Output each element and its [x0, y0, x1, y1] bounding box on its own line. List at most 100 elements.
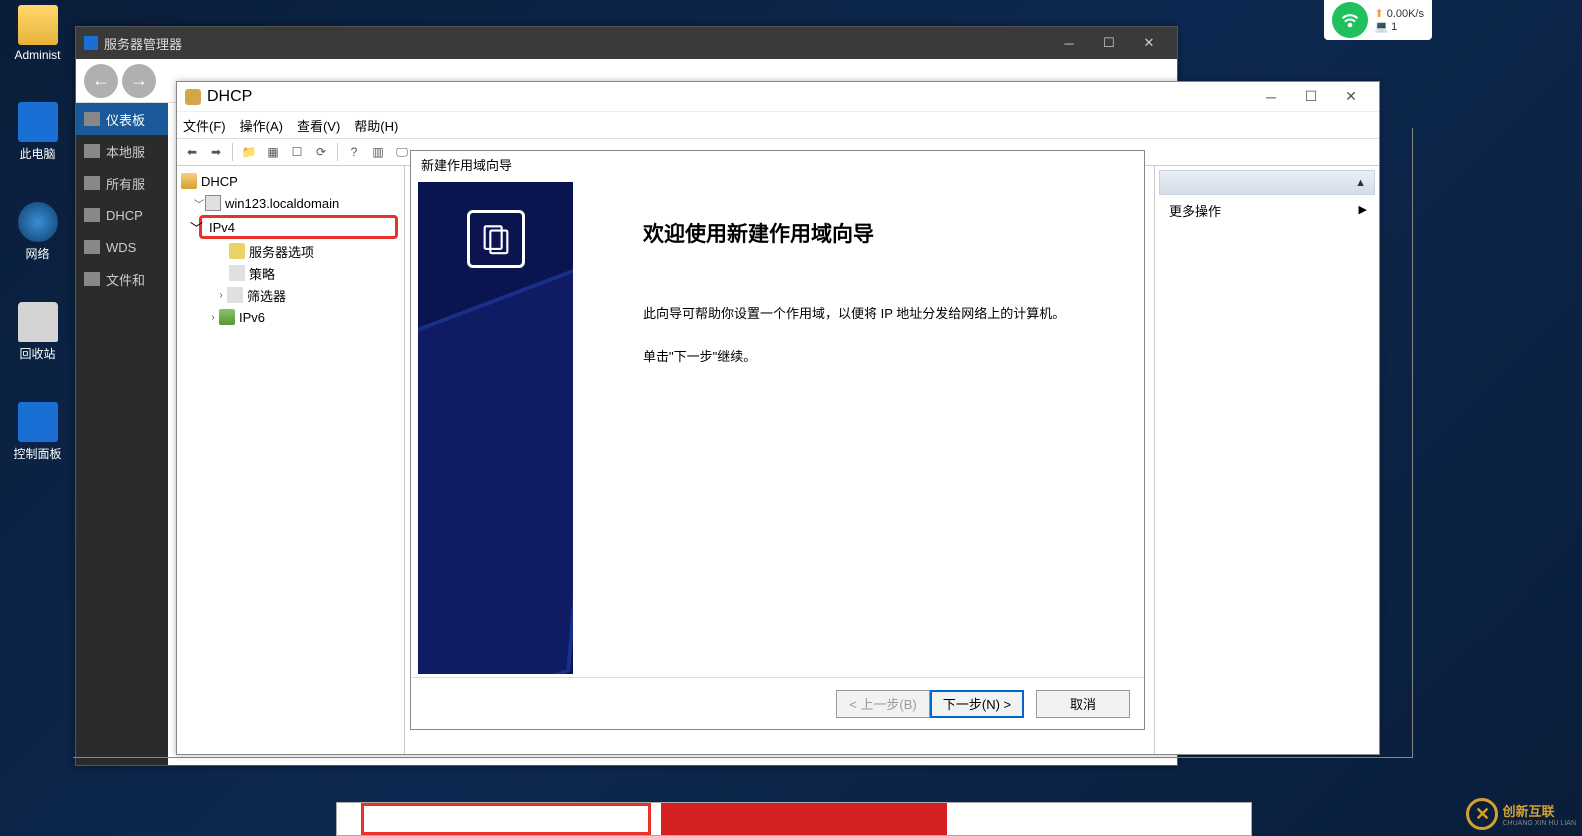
dhcp-titlebar[interactable]: DHCP ─ ☐ ✕ — [177, 82, 1379, 112]
back-button[interactable]: < 上一步(B) — [836, 690, 930, 718]
filter-icon — [227, 287, 243, 303]
toolbar-export-icon[interactable]: ☐ — [286, 141, 308, 163]
sidebar-item-dhcp[interactable]: DHCP — [76, 199, 168, 231]
net-stats: ⬆0.00K/s 💻1 — [1374, 7, 1424, 33]
desktop-icon-network[interactable]: 网络 — [10, 202, 65, 262]
sidebar-item-label: DHCP — [106, 208, 143, 223]
wizard-content: 欢迎使用新建作用域向导 此向导可帮助你设置一个作用域，以便将 IP 地址分发给网… — [573, 182, 1137, 674]
servers-icon — [84, 176, 100, 190]
minimize-button[interactable]: ─ — [1049, 29, 1089, 57]
toolbar-forward-icon[interactable]: ➡ — [205, 141, 227, 163]
server-manager-sidebar: 仪表板 本地服 所有服 DHCP WDS 文件和 — [76, 103, 168, 765]
ipv6-icon — [219, 309, 235, 325]
desktop-icon-folder[interactable]: Administ — [10, 5, 65, 62]
cancel-button[interactable]: 取消 — [1036, 690, 1130, 718]
dhcp-actions-pane: h▲ 更多操作 ▶ — [1155, 166, 1379, 754]
wizard-footer: < 上一步(B) 下一步(N) > 取消 — [411, 677, 1144, 729]
dashboard-icon — [84, 112, 100, 126]
sidebar-item-local[interactable]: 本地服 — [76, 135, 168, 167]
control-panel-icon — [18, 402, 58, 442]
tree-filters[interactable]: › 筛选器 — [179, 284, 402, 306]
sidebar-item-label: 所有服 — [106, 174, 145, 193]
actions-header[interactable]: h▲ — [1159, 170, 1375, 195]
menu-action[interactable]: 操作(A) — [240, 116, 283, 135]
wds-icon — [84, 240, 100, 254]
minimize-button[interactable]: ─ — [1251, 84, 1291, 110]
watermark-logo: ✕ 创新互联 CHUANG XIN HU LIAN — [1466, 798, 1576, 830]
new-scope-wizard: 新建作用域向导 欢迎使用新建作用域向导 此向导可帮助你设置一个作用域，以便将 I… — [410, 150, 1145, 730]
tree-server[interactable]: ﹀ win123.localdomain — [179, 192, 402, 214]
menu-help[interactable]: 帮助(H) — [354, 116, 398, 135]
collapse-icon[interactable]: ﹀ — [190, 218, 203, 237]
pc-icon — [18, 102, 58, 142]
sidebar-item-wds[interactable]: WDS — [76, 231, 168, 263]
dhcp-app-icon — [185, 89, 201, 105]
close-button[interactable]: ✕ — [1129, 29, 1169, 57]
wizard-title: 新建作用域向导 — [411, 151, 1144, 177]
action-label: 更多操作 — [1169, 204, 1221, 219]
network-widget[interactable]: ⬆0.00K/s 💻1 — [1324, 0, 1432, 40]
wizard-instruction: 单击"下一步"继续。 — [643, 347, 1109, 368]
wizard-banner — [418, 182, 573, 674]
toolbar-properties-icon[interactable]: ▦ — [262, 141, 284, 163]
close-button[interactable]: ✕ — [1331, 84, 1371, 110]
sidebar-item-files[interactable]: 文件和 — [76, 263, 168, 295]
brand-text: 创新互联 — [1502, 804, 1554, 819]
sidebar-item-label: 仪表板 — [106, 110, 145, 129]
server-icon — [205, 195, 221, 211]
collapse-icon[interactable]: ﹀ — [193, 196, 205, 211]
tree-policies[interactable]: 策略 — [179, 262, 402, 284]
toolbar-up-icon[interactable]: 📁 — [238, 141, 260, 163]
server-manager-icon — [84, 36, 98, 50]
dhcp-menubar: 文件(F) 操作(A) 查看(V) 帮助(H) — [177, 112, 1379, 138]
trash-icon — [18, 302, 58, 342]
desktop-icon-control[interactable]: 控制面板 — [10, 402, 65, 462]
maximize-button[interactable]: ☐ — [1291, 84, 1331, 110]
folder-icon — [18, 5, 58, 45]
toolbar-help-icon[interactable]: ? — [343, 141, 365, 163]
toolbar-refresh-icon[interactable]: ⟳ — [310, 141, 332, 163]
forward-button[interactable]: → — [122, 64, 156, 98]
desktop-icon-trash[interactable]: 回收站 — [10, 302, 65, 362]
logo-ring-icon: ✕ — [1466, 798, 1498, 830]
wizard-logo-icon — [467, 210, 525, 268]
sidebar-item-dashboard[interactable]: 仪表板 — [76, 103, 168, 135]
desktop-icons: Administ 此电脑 网络 回收站 控制面板 — [10, 5, 65, 462]
back-button[interactable]: ← — [84, 64, 118, 98]
tree-label: 策略 — [249, 264, 275, 283]
tree-root-dhcp[interactable]: DHCP — [179, 170, 402, 192]
tree-label: 筛选器 — [247, 286, 286, 305]
action-more[interactable]: 更多操作 ▶ — [1159, 195, 1375, 226]
expand-icon[interactable]: › — [215, 290, 227, 301]
dhcp-icon — [84, 208, 100, 222]
window-title: DHCP — [207, 88, 252, 106]
wizard-description: 此向导可帮助你设置一个作用域，以便将 IP 地址分发给网络上的计算机。 — [643, 304, 1109, 325]
maximize-button[interactable]: ☐ — [1089, 29, 1129, 57]
toolbar-view-icon[interactable]: ▥ — [367, 141, 389, 163]
menu-view[interactable]: 查看(V) — [297, 116, 340, 135]
tree-ipv4-highlighted[interactable]: ﹀IPv4 — [199, 215, 398, 239]
next-button[interactable]: 下一步(N) > — [930, 690, 1024, 718]
server-manager-titlebar[interactable]: 服务器管理器 ─ ☐ ✕ — [76, 27, 1177, 59]
toolbar-back-icon[interactable]: ⬅ — [181, 141, 203, 163]
policy-icon — [229, 265, 245, 281]
sidebar-item-all[interactable]: 所有服 — [76, 167, 168, 199]
brand-subtext: CHUANG XIN HU LIAN — [1502, 820, 1576, 827]
expand-icon[interactable]: › — [207, 312, 219, 323]
desktop-icon-pc[interactable]: 此电脑 — [10, 102, 65, 162]
submenu-icon: ▶ — [1359, 203, 1367, 216]
tree-label: DHCP — [201, 174, 238, 189]
wizard-heading: 欢迎使用新建作用域向导 — [643, 218, 1109, 248]
dhcp-tree[interactable]: DHCP ﹀win123.localdomain ﹀IPv4 服务器选项 策略 … — [177, 166, 405, 754]
tree-label: IPv6 — [239, 310, 265, 325]
desktop-icon-label: Administ — [14, 48, 60, 62]
desktop-icon-label: 控制面板 — [13, 445, 61, 462]
tree-label: win123.localdomain — [225, 196, 339, 211]
sidebar-item-label: WDS — [106, 240, 136, 255]
tree-ipv6[interactable]: › IPv6 — [179, 306, 402, 328]
menu-file[interactable]: 文件(F) — [183, 116, 226, 135]
tree-label: IPv4 — [209, 220, 235, 235]
tree-label: 服务器选项 — [249, 242, 314, 261]
tree-server-options[interactable]: 服务器选项 — [179, 240, 402, 262]
files-icon — [84, 272, 100, 286]
